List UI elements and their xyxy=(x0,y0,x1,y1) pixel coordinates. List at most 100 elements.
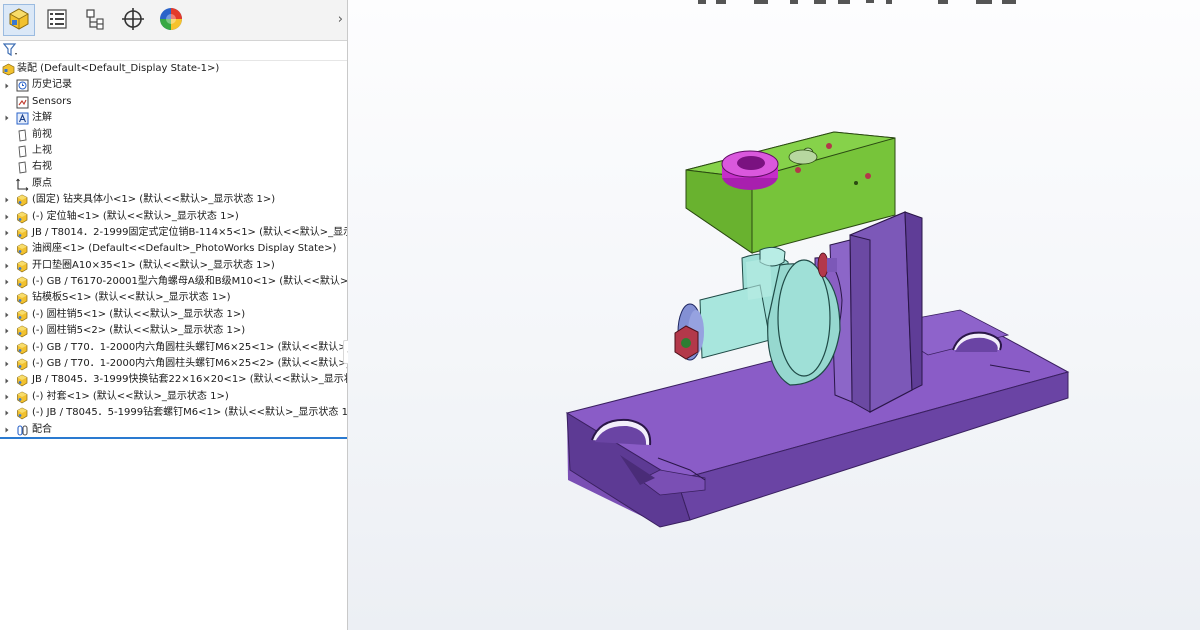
part-icon xyxy=(16,309,29,322)
part-icon xyxy=(16,342,29,355)
tree-item-label: (-) 圆柱销5<1> (默认<<默认>_显示状态 1>) xyxy=(32,308,246,320)
tree-item-label: 历史记录 xyxy=(32,79,72,91)
configurationmanager-tab-icon xyxy=(83,7,107,34)
tree-item-label: Sensors xyxy=(32,95,72,107)
tree-item[interactable]: (-) GB / T70．1-2000内六角圆柱头螺钉M6×25<2> (默认<… xyxy=(0,356,347,372)
featuremanager-tab-icon xyxy=(7,7,31,34)
tree-item[interactable]: (-) 圆柱销5<1> (默认<<默认>_显示状态 1>) xyxy=(0,307,347,323)
assembly-icon xyxy=(2,63,15,76)
tree-filter-bar[interactable] xyxy=(0,41,347,61)
expand-arrow-icon[interactable] xyxy=(4,263,10,269)
feature-tree: 装配 (Default<Default_Display State-1>) 历史… xyxy=(0,61,347,438)
tree-item[interactable]: 开口垫圈A10×35<1> (默认<<默认>_显示状态 1>) xyxy=(0,258,347,274)
expand-arrow-icon[interactable] xyxy=(4,410,10,416)
history-icon xyxy=(16,79,29,92)
propertymanager-tab-icon xyxy=(45,7,69,34)
expand-arrow-icon[interactable] xyxy=(4,115,10,121)
dimxpert-tab[interactable] xyxy=(117,4,149,36)
configurationmanager-tab[interactable] xyxy=(79,4,111,36)
plane-icon xyxy=(16,145,29,158)
feature-manager-panel: › 装配 (Default<Default_Display State-1>) … xyxy=(0,0,348,630)
propertymanager-tab[interactable] xyxy=(41,4,73,36)
part-icon xyxy=(16,374,29,387)
tree-root-label: 装配 (Default<Default_Display State-1>) xyxy=(17,63,220,74)
expand-arrow-icon[interactable] xyxy=(4,296,10,302)
expand-arrow-icon[interactable] xyxy=(4,230,10,236)
tree-item[interactable]: JB / T8045．3-1999快换钻套22×16×20<1> (默认<<默认… xyxy=(0,372,347,388)
expand-arrow-icon[interactable] xyxy=(4,214,10,220)
origin-icon xyxy=(16,178,29,191)
annotations-icon xyxy=(16,112,29,125)
expand-arrow-icon[interactable] xyxy=(4,197,10,203)
sensors-icon xyxy=(16,96,29,109)
tree-item-label: 钻模板S<1> (默认<<默认>_显示状态 1>) xyxy=(32,292,231,304)
tree-item[interactable]: (-) GB / T6170-20001型六角螺母A级和B级M10<1> (默认… xyxy=(0,274,347,290)
plane-icon xyxy=(16,161,29,174)
expand-arrow-icon[interactable] xyxy=(4,394,10,400)
3d-assembly-model[interactable] xyxy=(348,0,1200,630)
tree-item[interactable]: 原点 xyxy=(0,176,347,192)
tree-item-label: 上视 xyxy=(32,144,52,156)
expand-arrow-icon[interactable] xyxy=(4,279,10,285)
tree-item-label: (-) GB / T70．1-2000内六角圆柱头螺钉M6×25<1> (默认<… xyxy=(32,341,348,353)
expand-arrow-icon[interactable] xyxy=(4,246,10,252)
tree-item[interactable]: 注解 xyxy=(0,110,347,126)
tree-end-divider xyxy=(0,437,347,439)
tree-item[interactable]: (-) 衬套<1> (默认<<默认>_显示状态 1>) xyxy=(0,389,347,405)
display-manager-tab[interactable] xyxy=(155,4,187,36)
tree-item-label: (-) 圆柱销5<2> (默认<<默认>_显示状态 1>) xyxy=(32,325,246,337)
tree-item[interactable]: 钻模板S<1> (默认<<默认>_显示状态 1>) xyxy=(0,290,347,306)
featuremanager-tab[interactable] xyxy=(3,4,35,36)
expand-arrow-icon[interactable] xyxy=(4,345,10,351)
mates-icon xyxy=(16,424,29,437)
part-icon xyxy=(16,227,29,240)
tree-item-label: 配合 xyxy=(32,423,52,435)
tree-item[interactable]: 配合 xyxy=(0,422,347,438)
part-icon xyxy=(16,211,29,224)
tree-item-label: 右视 xyxy=(32,161,52,173)
tree-item[interactable]: 前视 xyxy=(0,127,347,143)
tree-item[interactable]: (-) 圆柱销5<2> (默认<<默认>_显示状态 1>) xyxy=(0,323,347,339)
tree-item[interactable]: (-) 定位轴<1> (默认<<默认>_显示状态 1>) xyxy=(0,209,347,225)
part-icon xyxy=(16,276,29,289)
part-icon xyxy=(16,325,29,338)
tree-item-label: 原点 xyxy=(32,177,52,189)
panel-tab-bar: › xyxy=(0,0,347,41)
part-icon xyxy=(16,407,29,420)
tree-item[interactable]: Sensors xyxy=(0,94,347,110)
expand-arrow-icon[interactable] xyxy=(4,427,10,433)
tree-item[interactable]: (-) JB / T8045．5-1999钻套螺钉M6<1> (默认<<默认>_… xyxy=(0,405,347,421)
tree-item[interactable]: 油阀座<1> (Default<<Default>_PhotoWorks Dis… xyxy=(0,241,347,257)
tree-item-label: 油阀座<1> (Default<<Default>_PhotoWorks Dis… xyxy=(32,243,337,255)
tree-item-label: (-) 衬套<1> (默认<<默认>_显示状态 1>) xyxy=(32,390,229,402)
tree-item[interactable]: 右视 xyxy=(0,159,347,175)
tree-item-label: 前视 xyxy=(32,128,52,140)
expand-arrow-icon[interactable] xyxy=(4,361,10,367)
tree-item[interactable]: JB / T8014．2-1999固定式定位销B-114×5<1> (默认<<默… xyxy=(0,225,347,241)
part-icon xyxy=(16,243,29,256)
part-icon xyxy=(16,358,29,371)
hex-nut[interactable] xyxy=(674,325,699,360)
tree-item-label: (-) GB / T6170-20001型六角螺母A级和B级M10<1> (默认… xyxy=(32,276,348,288)
tree-root-assembly[interactable]: 装配 (Default<Default_Display State-1>) xyxy=(0,61,347,77)
graphics-viewport[interactable] xyxy=(348,0,1200,630)
expand-arrow-icon[interactable] xyxy=(4,328,10,334)
tree-item-label: JB / T8014．2-1999固定式定位销B-114×5<1> (默认<<默… xyxy=(32,226,348,238)
filter-icon[interactable] xyxy=(2,43,19,60)
expand-arrow-icon[interactable] xyxy=(4,312,10,318)
tree-item[interactable]: (固定) 钻夹具体小<1> (默认<<默认>_显示状态 1>) xyxy=(0,192,347,208)
tree-item-label: (-) GB / T70．1-2000内六角圆柱头螺钉M6×25<2> (默认<… xyxy=(32,358,348,370)
plane-icon xyxy=(16,129,29,142)
tree-item[interactable]: (-) GB / T70．1-2000内六角圆柱头螺钉M6×25<1> (默认<… xyxy=(0,340,347,356)
tree-item-label: 开口垫圈A10×35<1> (默认<<默认>_显示状态 1>) xyxy=(32,259,275,271)
panel-expand-button[interactable]: › xyxy=(338,12,343,27)
tree-item-label: (-) 定位轴<1> (默认<<默认>_显示状态 1>) xyxy=(32,210,239,222)
tree-item-label: (-) JB / T8045．5-1999钻套螺钉M6<1> (默认<<默认>_… xyxy=(32,407,348,419)
expand-arrow-icon[interactable] xyxy=(4,378,10,384)
part-icon xyxy=(16,260,29,273)
tree-item[interactable]: 上视 xyxy=(0,143,347,159)
expand-arrow-icon[interactable] xyxy=(4,83,10,89)
display-manager-tab-icon xyxy=(158,6,184,35)
tree-item-label: JB / T8045．3-1999快换钻套22×16×20<1> (默认<<默认… xyxy=(32,374,348,386)
tree-item[interactable]: 历史记录 xyxy=(0,77,347,93)
